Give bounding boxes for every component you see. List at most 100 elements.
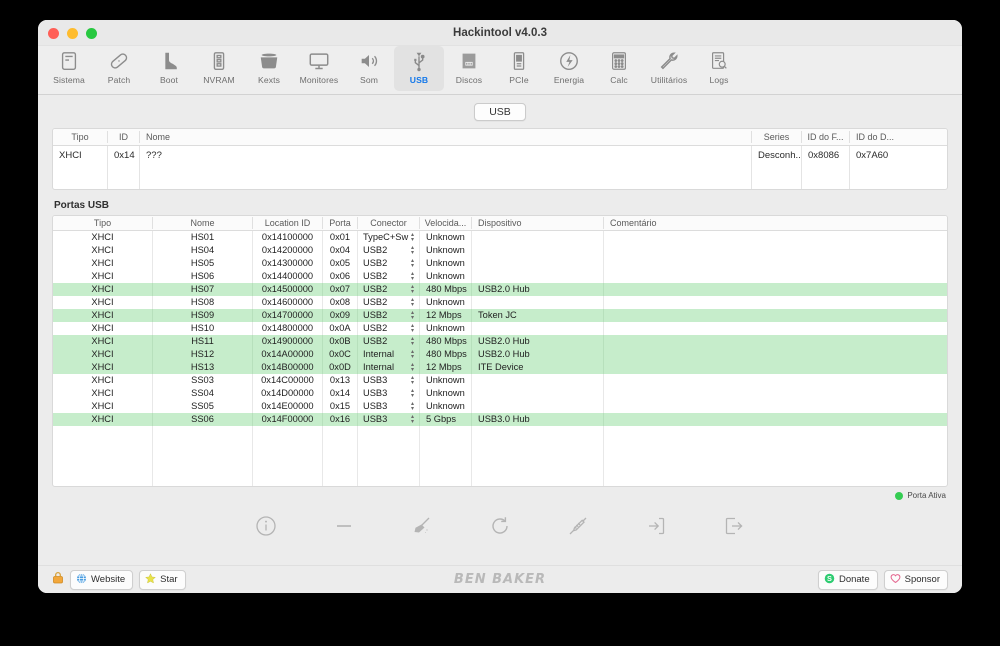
ports-col-header[interactable]: Location ID (253, 217, 323, 229)
ports-col-header[interactable]: Conector (358, 217, 420, 229)
toolbar-item-utilit-rios[interactable]: Utilitários (644, 46, 694, 91)
ports-col-header[interactable]: Comentário (604, 217, 947, 229)
stepper-chevrons-icon[interactable]: ▴ ▾ (411, 388, 414, 399)
toolbar-item-usb[interactable]: USB (394, 46, 444, 91)
controller-col-header[interactable]: ID (108, 131, 140, 143)
info-icon[interactable] (253, 513, 279, 539)
stepper-chevrons-icon[interactable]: ▴ ▾ (411, 297, 414, 308)
stepper-chevrons-icon[interactable]: ▴ ▾ (411, 401, 414, 412)
ports-col-header[interactable]: Dispositivo (472, 217, 604, 229)
toolbar-item-calc[interactable]: Calc (594, 46, 644, 91)
lock-icon[interactable] (52, 571, 64, 589)
toolbar-item-discos[interactable]: Discos (444, 46, 494, 91)
stepper-chevrons-icon[interactable]: ▴ ▾ (411, 271, 414, 282)
connector-stepper[interactable]: Internal ▴ ▾ (358, 361, 420, 374)
table-row[interactable]: XHCI HS10 0x14800000 0x0A USB2 ▴ ▾ Unknown (53, 322, 947, 335)
controller-col-header[interactable]: Nome (140, 131, 752, 143)
toolbar-item-sistema[interactable]: Sistema (44, 46, 94, 91)
controller-cell-tipo[interactable]: XHCI (53, 146, 108, 189)
table-row[interactable]: XHCI SS05 0x14E00000 0x15 USB3 ▴ ▾ Unknown (53, 400, 947, 413)
syringe-icon[interactable] (565, 513, 591, 539)
table-row[interactable]: XHCI HS08 0x14600000 0x08 USB2 ▴ ▾ Unknown (53, 296, 947, 309)
refresh-icon[interactable] (487, 513, 513, 539)
connector-stepper[interactable]: USB3 ▴ ▾ (358, 400, 420, 413)
toolbar-item-energia[interactable]: Energia (544, 46, 594, 91)
ports-table-body[interactable]: XHCI HS01 0x14100000 0x01 TypeC+Sw ▴ ▾ Unknown X… (53, 231, 947, 486)
star-label: Star (160, 574, 178, 585)
table-row[interactable]: XHCI HS06 0x14400000 0x06 USB2 ▴ ▾ Unknown (53, 270, 947, 283)
connector-stepper[interactable]: USB2 ▴ ▾ (358, 296, 420, 309)
stepper-chevrons-icon[interactable]: ▴ ▾ (411, 349, 414, 360)
controller-cell-series[interactable]: Desconh... (752, 146, 802, 189)
toolbar-item-kexts[interactable]: Kexts (244, 46, 294, 91)
minus-icon[interactable] (331, 513, 357, 539)
controller-cell-nome[interactable]: ??? (140, 146, 752, 189)
connector-stepper[interactable]: USB2 ▴ ▾ (358, 335, 420, 348)
controller-cell-id-fabricante[interactable]: 0x8086 (802, 146, 850, 189)
dollar-icon: S (824, 573, 835, 587)
ports-col-header[interactable]: Velocida... (420, 217, 472, 229)
table-row[interactable]: XHCI HS05 0x14300000 0x05 USB2 ▴ ▾ Unknown (53, 257, 947, 270)
connector-value: TypeC+Sw (363, 232, 409, 242)
stepper-chevrons-icon[interactable]: ▴ ▾ (411, 258, 414, 269)
connector-stepper[interactable]: USB2 ▴ ▾ (358, 283, 420, 296)
stepper-chevrons-icon[interactable]: ▴ ▾ (411, 323, 414, 334)
stepper-chevrons-icon[interactable]: ▴ ▾ (411, 375, 414, 386)
controller-col-header[interactable]: ID do D... (850, 131, 900, 143)
connector-stepper[interactable]: USB2 ▴ ▾ (358, 322, 420, 335)
toolbar-item-nvram[interactable]: NVRAM (194, 46, 244, 91)
stepper-chevrons-icon[interactable]: ▴ ▾ (411, 414, 414, 425)
table-row[interactable]: XHCI HS01 0x14100000 0x01 TypeC+Sw ▴ ▾ Unknown (53, 231, 947, 244)
table-row[interactable]: XHCI HS11 0x14900000 0x0B USB2 ▴ ▾ 480 Mbps USB2… (53, 335, 947, 348)
star-button[interactable]: Star (139, 569, 186, 590)
stepper-chevrons-icon[interactable]: ▴ ▾ (411, 284, 414, 295)
toolbar-item-label: Monitores (299, 75, 339, 85)
toolbar-item-monitores[interactable]: Monitores (294, 46, 344, 91)
toolbar-item-logs[interactable]: Logs (694, 46, 744, 91)
ports-col-header[interactable]: Porta (323, 217, 358, 229)
table-row[interactable]: XHCI HS04 0x14200000 0x04 USB2 ▴ ▾ Unknown (53, 244, 947, 257)
connector-stepper[interactable]: USB2 ▴ ▾ (358, 270, 420, 283)
toolbar-item-pcie[interactable]: PCIe (494, 46, 544, 91)
table-row[interactable]: XHCI SS06 0x14F00000 0x16 USB3 ▴ ▾ 5 Gbps USB3.0… (53, 413, 947, 426)
connector-stepper[interactable]: USB3 ▴ ▾ (358, 374, 420, 387)
controller-cell-id[interactable]: 0x14 (108, 146, 140, 189)
controller-table-body[interactable]: XHCI 0x14??? Desconh... 0x8086 0x7A60 (53, 146, 947, 189)
empty-column (153, 426, 253, 486)
table-row[interactable]: XHCI SS03 0x14C00000 0x13 USB3 ▴ ▾ Unknown (53, 374, 947, 387)
toolbar-item-som[interactable]: Som (344, 46, 394, 91)
toolbar-item-boot[interactable]: Boot (144, 46, 194, 91)
toolbar-item-patch[interactable]: Patch (94, 46, 144, 91)
table-row[interactable]: XHCI HS09 0x14700000 0x09 USB2 ▴ ▾ 12 Mbps Token… (53, 309, 947, 322)
connector-stepper[interactable]: USB2 ▴ ▾ (358, 309, 420, 322)
stepper-chevrons-icon[interactable]: ▴ ▾ (411, 310, 414, 321)
connector-stepper[interactable]: Internal ▴ ▾ (358, 348, 420, 361)
controller-col-header[interactable]: Tipo (53, 131, 108, 143)
stepper-chevrons-icon[interactable]: ▴ ▾ (411, 336, 414, 347)
controller-col-header[interactable]: Series (752, 131, 802, 143)
ports-col-header[interactable]: Tipo (53, 217, 153, 229)
connector-stepper[interactable]: TypeC+Sw ▴ ▾ (358, 231, 420, 244)
cell-location-id: 0x14A00000 (253, 348, 323, 361)
donate-button[interactable]: S Donate (817, 569, 878, 590)
import-icon[interactable] (643, 513, 669, 539)
tab-usb[interactable]: USB (474, 103, 526, 121)
stepper-chevrons-icon[interactable]: ▴ ▾ (411, 232, 414, 243)
controller-cell-id-dispositivo[interactable]: 0x7A60 (850, 146, 900, 189)
connector-stepper[interactable]: USB2 ▴ ▾ (358, 257, 420, 270)
sponsor-button[interactable]: Sponsor (883, 569, 948, 590)
ports-col-header[interactable]: Nome (153, 217, 253, 229)
table-row[interactable]: XHCI SS04 0x14D00000 0x14 USB3 ▴ ▾ Unknown (53, 387, 947, 400)
broom-icon[interactable] (409, 513, 435, 539)
stepper-chevrons-icon[interactable]: ▴ ▾ (411, 362, 414, 373)
website-button[interactable]: Website (70, 569, 134, 590)
connector-stepper[interactable]: USB2 ▴ ▾ (358, 244, 420, 257)
connector-stepper[interactable]: USB3 ▴ ▾ (358, 413, 420, 426)
connector-stepper[interactable]: USB3 ▴ ▾ (358, 387, 420, 400)
export-icon[interactable] (721, 513, 747, 539)
table-row[interactable]: XHCI HS13 0x14B00000 0x0D Internal ▴ ▾ 12 Mbps I… (53, 361, 947, 374)
stepper-chevrons-icon[interactable]: ▴ ▾ (411, 245, 414, 256)
table-row[interactable]: XHCI HS07 0x14500000 0x07 USB2 ▴ ▾ 480 Mbps USB2… (53, 283, 947, 296)
table-row[interactable]: XHCI HS12 0x14A00000 0x0C Internal ▴ ▾ 480 Mbps… (53, 348, 947, 361)
controller-col-header[interactable]: ID do F... (802, 131, 850, 143)
